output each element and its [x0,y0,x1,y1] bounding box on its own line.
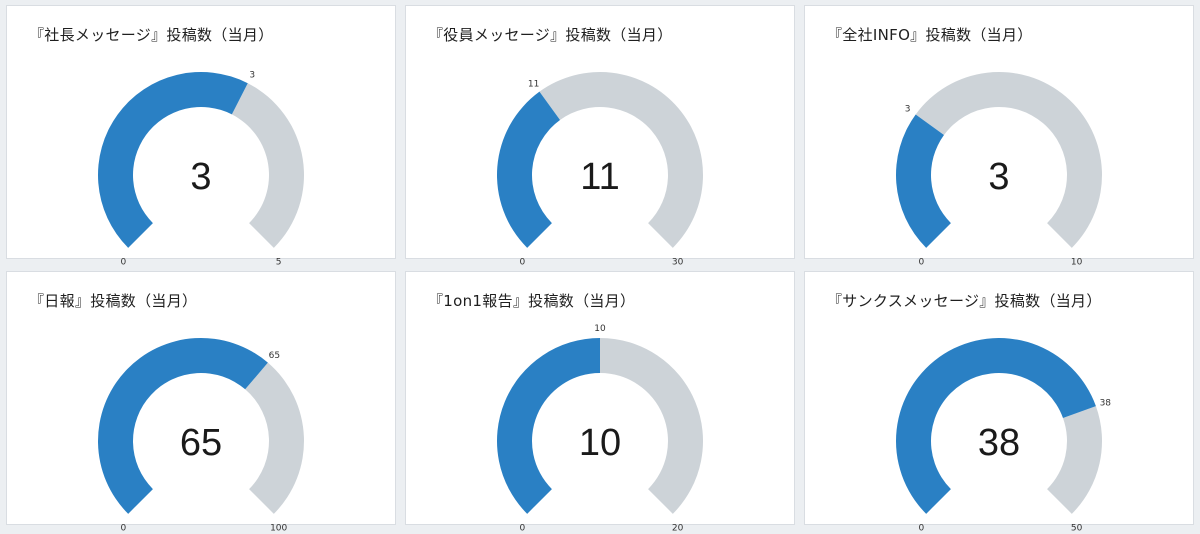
gauge-svg: 3 0 10 3 [896,71,1102,268]
gauge-card: 『全社INFO』投稿数（当月） 3 0 10 3 [804,5,1194,268]
gauge-center-value: 3 [988,156,1009,198]
gauge-max-label: 100 [270,524,287,534]
gauge-min-label: 0 [120,258,126,268]
gauge-max-label: 20 [672,524,684,534]
gauge-value-arc [98,71,248,248]
gauge-center-value: 3 [190,156,211,198]
gauge-card: 『社長メッセージ』投稿数（当月） 3053 [6,5,396,268]
gauge-card: 『日報』投稿数（当月） 65 0 100 65 [6,271,396,534]
gauge-svg: 65 0 100 65 [98,338,304,534]
gauge-remaining-arc [245,362,304,514]
gauge-svg: 10 0 20 10 [497,324,703,534]
gauge-svg: 11 0 30 11 [497,72,703,268]
gauge-value-arc [896,114,951,248]
gauge-dashboard: 『社長メッセージ』投稿数（当月） 3053 『役員メッセージ』投稿数（当月） 1… [0,0,1200,534]
gauge-max-label: 30 [672,258,684,268]
gauge-center-value: 11 [580,156,619,198]
gauge-value-label: 38 [1100,399,1112,409]
gauge-remaining-arc [539,72,703,248]
gauge-value-label: 11 [528,80,539,90]
gauge-svg: 38 0 50 38 [896,338,1112,534]
gauge-center-value: 65 [180,422,222,464]
gauge-value-label: 3 [249,70,255,80]
gauge-min-label: 0 [519,258,525,268]
gauge-remaining-arc [1047,406,1102,514]
gauge-card: 『1on1報告』投稿数（当月） 10 0 20 10 [405,271,795,534]
gauge-value-label: 10 [594,324,606,334]
gauge-center-value: 10 [579,422,621,464]
gauge-min-label: 0 [918,258,924,268]
gauge-center-value: 38 [978,422,1020,464]
gauge-min-label: 0 [918,524,924,534]
gauge-max-label: 10 [1071,258,1083,268]
gauge-max-label: 5 [276,258,282,268]
gauge-card: 『役員メッセージ』投稿数（当月） 11 0 30 11 [405,5,795,268]
gauge-remaining-arc [231,83,304,248]
gauge-max-label: 50 [1071,524,1083,534]
gauge-card: 『サンクスメッセージ』投稿数（当月） 38 0 50 38 [804,271,1194,534]
gauge-min-label: 0 [120,524,126,534]
gauge-value-arc [497,91,561,248]
gauge-min-label: 0 [519,524,525,534]
gauge-svg: 3 0 5 3 [98,70,304,268]
gauge-value-label: 3 [905,105,911,115]
gauge-value-label: 65 [269,351,280,361]
